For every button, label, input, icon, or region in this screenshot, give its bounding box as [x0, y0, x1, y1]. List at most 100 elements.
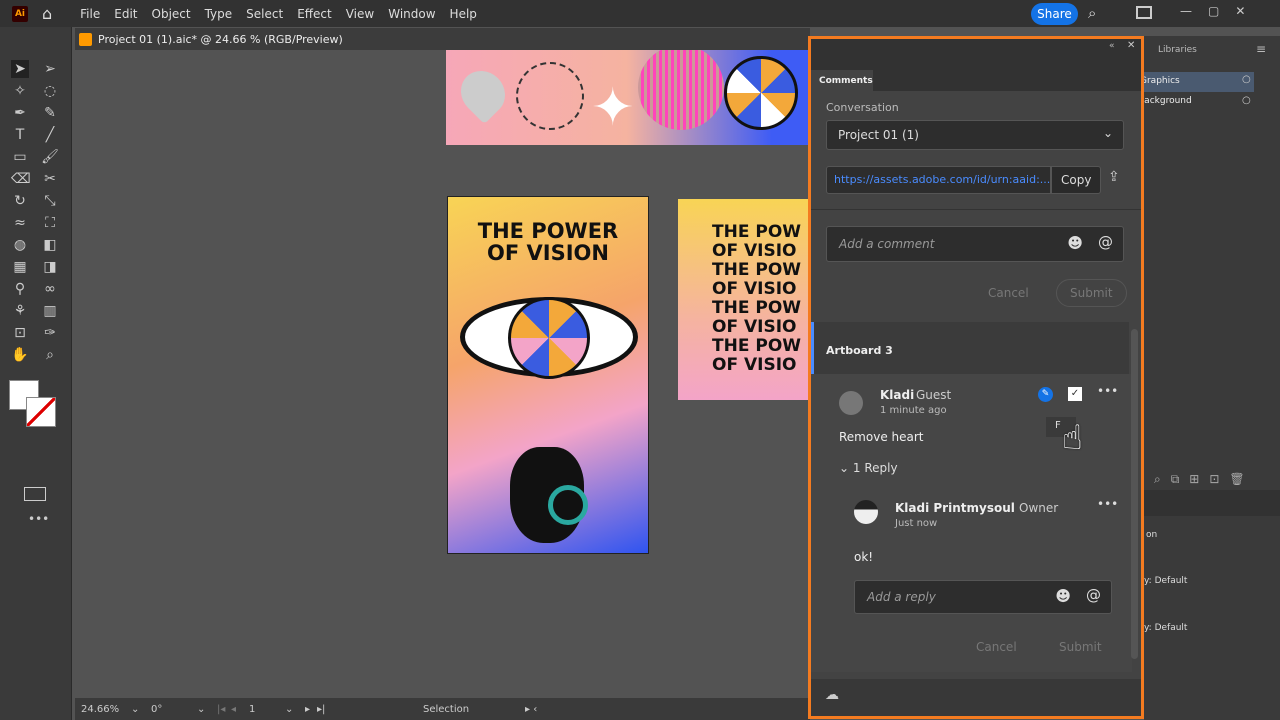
eraser-icon[interactable]: ⌫ — [11, 170, 31, 188]
slice-icon[interactable]: ✑ — [41, 324, 59, 342]
resolve-checkbox-icon[interactable]: ✓ — [1068, 387, 1082, 401]
menu-help[interactable]: Help — [450, 7, 477, 21]
free-transform-icon[interactable]: ⛶ — [41, 214, 59, 232]
scrollbar[interactable] — [1131, 329, 1138, 659]
prev-artboard-icon[interactable]: ◂ — [231, 704, 245, 715]
line-tool-icon[interactable]: ╱ — [41, 126, 59, 144]
scale-icon[interactable]: ⤡ — [41, 192, 59, 210]
artboard-banner[interactable]: ✦ — [446, 50, 808, 145]
selection-tool-icon[interactable]: ➤ — [11, 60, 29, 78]
artboard-number[interactable]: 1 — [249, 704, 285, 715]
starburst-shape — [516, 62, 584, 130]
menu-window[interactable]: Window — [388, 7, 435, 21]
comment-author: Kladi — [880, 388, 915, 402]
stroke-swatch[interactable] — [26, 397, 56, 427]
direct-selection-tool-icon[interactable]: ➢ — [41, 60, 59, 78]
share-link-field[interactable]: https://assets.adobe.com/id/urn:aaid:... — [826, 166, 1051, 194]
rotation-value[interactable]: 0° — [151, 704, 197, 715]
menu-file[interactable]: File — [80, 7, 100, 21]
perspective-icon[interactable]: ◧ — [41, 236, 59, 254]
status-menu-icon[interactable]: ▸ ‹ — [525, 704, 537, 715]
artboard-tool-icon[interactable]: ⊡ — [11, 324, 29, 342]
share-button[interactable]: Share — [1031, 3, 1078, 25]
zoom-level[interactable]: 24.66% — [81, 704, 131, 715]
visibility-icon[interactable]: ○ — [1242, 95, 1251, 106]
hand-icon[interactable]: ✋ — [11, 346, 29, 364]
layer-row-graphics[interactable]: Graphics — [1144, 72, 1254, 92]
mesh-icon[interactable]: ▦ — [11, 258, 29, 276]
swirl-shape — [724, 56, 798, 130]
panel-menu-icon[interactable]: ≡ — [1256, 42, 1266, 56]
artboard-poster-2[interactable]: THE POW OF VISIO THE POW OF VISIO THE POW OF … — [678, 199, 808, 400]
cloud-icon[interactable]: ☁ — [825, 687, 839, 703]
rotate-icon[interactable]: ↻ — [11, 192, 29, 210]
symbol-sprayer-icon[interactable]: ⚘ — [11, 302, 29, 320]
draw-mode-icon[interactable] — [24, 487, 46, 501]
replies-toggle[interactable]: ⌄ 1 Reply — [839, 461, 898, 475]
eye-iris — [508, 297, 590, 379]
panel-footer: ☁ — [811, 679, 1141, 716]
type-tool-icon[interactable]: T — [11, 126, 29, 144]
close-icon[interactable]: ✕ — [1127, 40, 1135, 51]
gradient-icon[interactable]: ◨ — [41, 258, 59, 276]
add-comment-input[interactable]: Add a comment ☻ @ — [826, 226, 1124, 262]
collapse-icon[interactable]: « — [1109, 41, 1115, 51]
document-tab[interactable]: Project 01 (1).aic* @ 24.66 % (RGB/Previ… — [75, 28, 810, 50]
edit-icon[interactable]: ✎ — [1038, 387, 1053, 402]
menu-type[interactable]: Type — [205, 7, 233, 21]
menu-object[interactable]: Object — [152, 7, 191, 21]
reply-submit-button[interactable]: Submit — [1059, 640, 1102, 654]
graph-icon[interactable]: ▥ — [41, 302, 59, 320]
cancel-button[interactable]: Cancel — [988, 286, 1029, 300]
artboard-poster-1[interactable]: THE POWER OF VISION — [447, 196, 649, 554]
blend-icon[interactable]: ∞ — [41, 280, 59, 298]
poster2-line: OF VISIO — [712, 241, 797, 261]
copy-button[interactable]: Copy — [1051, 166, 1101, 194]
scissors-icon[interactable]: ✂ — [41, 170, 59, 188]
heart-shape — [451, 61, 515, 125]
emoji-icon[interactable]: ☻ — [1055, 587, 1071, 605]
more-options-icon[interactable]: ••• — [1097, 384, 1118, 398]
menu-edit[interactable]: Edit — [114, 7, 137, 21]
menu-view[interactable]: View — [346, 7, 374, 21]
warp-icon[interactable]: ≈ — [11, 214, 29, 232]
layer-row-background[interactable]: Background — [1144, 94, 1254, 114]
curvature-icon[interactable]: ✎ — [41, 104, 59, 122]
window-controls[interactable]: —▢✕ — [1180, 4, 1261, 18]
lasso-icon[interactable]: ◌ — [41, 82, 59, 100]
shape-builder-icon[interactable]: ◍ — [11, 236, 29, 254]
share-export-icon[interactable]: ⇪ — [1108, 169, 1120, 185]
home-icon[interactable]: ⌂ — [42, 4, 52, 23]
artboard-dropdown-icon[interactable]: ⌄ — [285, 704, 305, 715]
menu-select[interactable]: Select — [246, 7, 283, 21]
brush-icon[interactable]: 🖌 — [41, 148, 59, 166]
pen-tool-icon[interactable]: ✒ — [11, 104, 29, 122]
more-tools-icon[interactable]: ••• — [28, 512, 49, 526]
menu-effect[interactable]: Effect — [297, 7, 332, 21]
eyedropper-icon[interactable]: ⚲ — [11, 280, 29, 298]
magic-wand-icon[interactable]: ✧ — [11, 82, 29, 100]
poster-title-line1: THE POWER — [477, 219, 619, 243]
first-artboard-icon[interactable]: |◂ — [217, 704, 231, 715]
conversation-dropdown[interactable]: Project 01 (1) ⌄ — [826, 120, 1124, 150]
mention-icon[interactable]: @ — [1086, 586, 1101, 604]
rectangle-tool-icon[interactable]: ▭ — [11, 148, 29, 166]
zoom-dropdown-icon[interactable]: ⌄ — [131, 704, 151, 715]
visibility-icon[interactable]: ○ — [1242, 74, 1251, 85]
layer-actions[interactable]: ⌕⧉⊞⊡🗑 — [1154, 472, 1255, 487]
add-reply-input[interactable]: Add a reply ☻ @ — [854, 580, 1112, 614]
next-artboard-icon[interactable]: ▸ — [305, 704, 317, 715]
zoom-icon[interactable]: ⌕ — [41, 346, 59, 364]
last-artboard-icon[interactable]: ▸| — [317, 704, 331, 715]
reply-more-options-icon[interactable]: ••• — [1097, 497, 1118, 511]
rotation-dropdown-icon[interactable]: ⌄ — [197, 704, 217, 715]
comment-thread: Artboard 3 Kladi Guest 1 minute ago ✎ ✓ … — [811, 322, 1132, 672]
tab-comments[interactable]: Comments — [811, 70, 873, 91]
workspace-icon[interactable] — [1136, 6, 1152, 19]
search-icon[interactable]: ⌕ — [1088, 4, 1096, 22]
mention-icon[interactable]: @ — [1098, 233, 1113, 251]
reply-cancel-button[interactable]: Cancel — [976, 640, 1017, 654]
libraries-tab[interactable]: Libraries — [1158, 45, 1197, 55]
emoji-icon[interactable]: ☻ — [1067, 234, 1083, 252]
submit-button[interactable]: Submit — [1056, 279, 1127, 307]
